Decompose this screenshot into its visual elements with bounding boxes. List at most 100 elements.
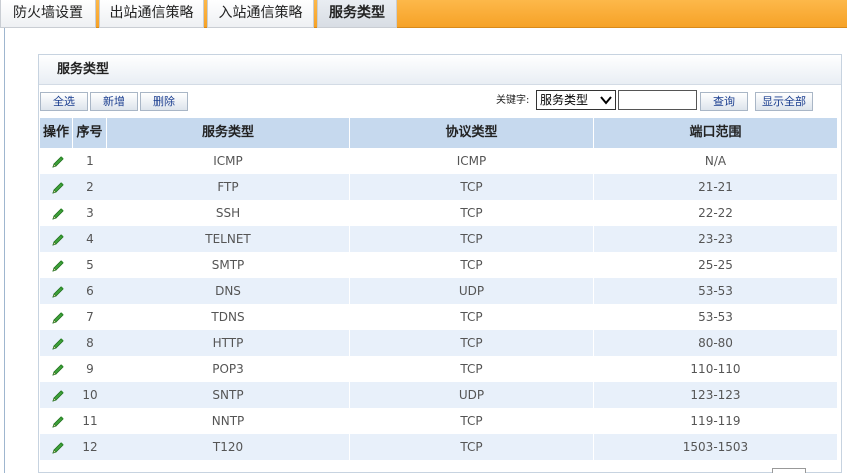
port-range: 21-21 xyxy=(594,174,838,200)
op-cell xyxy=(40,200,73,226)
row-number: 1 xyxy=(86,154,94,168)
search-button[interactable]: 查询 xyxy=(700,92,748,111)
op-cell xyxy=(40,252,73,278)
add-button[interactable]: 新增 xyxy=(90,92,138,111)
row-number: 12 xyxy=(82,440,98,454)
show-all-button[interactable]: 显示全部 xyxy=(755,92,813,111)
table-row: 8 HTTP TCP 80-80 xyxy=(40,330,838,356)
protocol: TCP xyxy=(350,434,594,460)
panel-title: 服务类型 xyxy=(39,55,841,85)
table-row: 1 ICMP ICMP N/A xyxy=(40,148,838,174)
pencil-icon[interactable] xyxy=(50,205,66,221)
op-cell xyxy=(40,382,73,408)
op-cell xyxy=(40,174,73,200)
tab-inbound-policy[interactable]: 入站通信策略 xyxy=(207,0,314,28)
table-row: 7 TDNS TCP 53-53 xyxy=(40,304,838,330)
row-number: 5 xyxy=(86,258,94,272)
service-name: NNTP xyxy=(107,408,350,434)
pencil-icon[interactable] xyxy=(50,413,66,429)
table-row: 3 SSH TCP 22-22 xyxy=(40,200,838,226)
pencil-icon[interactable] xyxy=(50,361,66,377)
service-name: FTP xyxy=(107,174,350,200)
port-range: 22-22 xyxy=(594,200,838,226)
row-number: 6 xyxy=(86,284,94,298)
protocol: TCP xyxy=(350,226,594,252)
protocol: UDP xyxy=(350,382,594,408)
op-cell xyxy=(40,434,73,460)
table-row: 4 TELNET TCP 23-23 xyxy=(40,226,838,252)
row-number: 2 xyxy=(86,180,94,194)
protocol: ICMP xyxy=(350,148,594,174)
op-cell xyxy=(40,278,73,304)
row-number: 8 xyxy=(86,336,94,350)
protocol: UDP xyxy=(350,278,594,304)
port-range: 23-23 xyxy=(594,226,838,252)
op-cell xyxy=(40,408,73,434)
table-row: 12 T120 TCP 1503-1503 xyxy=(40,434,838,460)
op-cell xyxy=(40,226,73,252)
protocol: TCP xyxy=(350,304,594,330)
op-cell xyxy=(40,148,73,174)
keyword-select-value: 服务类型 xyxy=(540,93,589,107)
service-name: SSH xyxy=(107,200,350,226)
port-range: 53-53 xyxy=(594,304,838,330)
protocol: TCP xyxy=(350,356,594,382)
service-name: SMTP xyxy=(107,252,350,278)
pencil-icon[interactable] xyxy=(50,335,66,351)
header-no: 序号 xyxy=(73,118,107,148)
row-number: 11 xyxy=(82,414,98,428)
tab-firewall-settings[interactable]: 防火墙设置 xyxy=(0,0,96,28)
service-name: POP3 xyxy=(107,356,350,382)
protocol: TCP xyxy=(350,200,594,226)
op-cell xyxy=(40,356,73,382)
table-row: 11 NNTP TCP 119-119 xyxy=(40,408,838,434)
service-name: ICMP xyxy=(107,148,350,174)
keyword-select[interactable]: 服务类型 xyxy=(536,90,616,110)
pencil-icon[interactable] xyxy=(50,283,66,299)
tab-service-types[interactable]: 服务类型 xyxy=(317,0,397,28)
keyword-input[interactable] xyxy=(618,90,697,110)
select-all-button[interactable]: 全选 xyxy=(40,92,88,111)
protocol: TCP xyxy=(350,330,594,356)
pencil-icon[interactable] xyxy=(50,309,66,325)
op-cell xyxy=(40,304,73,330)
header-op: 操作 xyxy=(40,118,73,148)
table-row: 9 POP3 TCP 110-110 xyxy=(40,356,838,382)
table-row: 10 SNTP UDP 123-123 xyxy=(40,382,838,408)
header-ports: 端口范围 xyxy=(594,118,838,148)
port-range: 80-80 xyxy=(594,330,838,356)
pencil-icon[interactable] xyxy=(50,439,66,455)
row-number: 10 xyxy=(82,388,98,402)
pencil-icon[interactable] xyxy=(50,387,66,403)
port-range: 25-25 xyxy=(594,252,838,278)
service-name: TDNS xyxy=(107,304,350,330)
pencil-icon[interactable] xyxy=(50,179,66,195)
table-row: 2 FTP TCP 21-21 xyxy=(40,174,838,200)
port-range: 123-123 xyxy=(594,382,838,408)
pager-control[interactable] xyxy=(772,468,806,473)
pencil-icon[interactable] xyxy=(50,257,66,273)
service-name: HTTP xyxy=(107,330,350,356)
keyword-label: 关键字: xyxy=(496,95,530,106)
delete-button[interactable]: 删除 xyxy=(140,92,188,111)
tab-outbound-policy[interactable]: 出站通信策略 xyxy=(99,0,204,28)
table-header: 操作 序号 服务类型 协议类型 端口范围 xyxy=(40,118,838,148)
protocol: TCP xyxy=(350,408,594,434)
port-range: 119-119 xyxy=(594,408,838,434)
service-name: T120 xyxy=(107,434,350,460)
row-number: 4 xyxy=(86,232,94,246)
op-cell xyxy=(40,330,73,356)
table-row: 5 SMTP TCP 25-25 xyxy=(40,252,838,278)
row-number: 3 xyxy=(86,206,94,220)
pencil-icon[interactable] xyxy=(50,153,66,169)
tab-bar: 防火墙设置 出站通信策略 入站通信策略 服务类型 xyxy=(0,0,847,28)
row-number: 7 xyxy=(86,310,94,324)
service-name: SNTP xyxy=(107,382,350,408)
row-number: 9 xyxy=(86,362,94,376)
header-protocol: 协议类型 xyxy=(350,118,594,148)
port-range: N/A xyxy=(594,148,838,174)
pencil-icon[interactable] xyxy=(50,231,66,247)
protocol: TCP xyxy=(350,252,594,278)
port-range: 1503-1503 xyxy=(594,434,838,460)
service-name: TELNET xyxy=(107,226,350,252)
